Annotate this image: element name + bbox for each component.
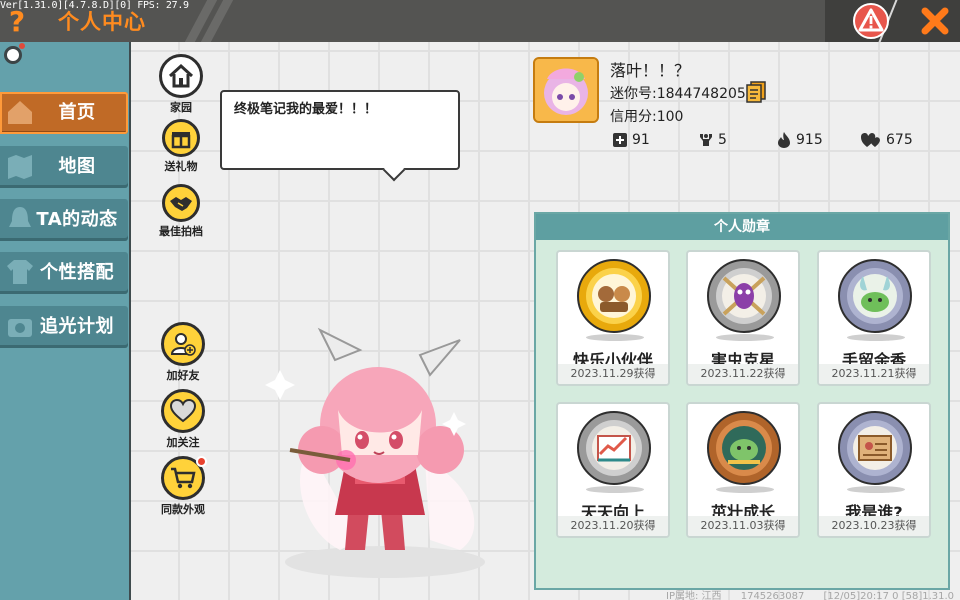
medal-card[interactable]: 天天向上 2023.11.20获得 bbox=[556, 402, 670, 538]
nickname: 落叶！！？ bbox=[610, 61, 691, 80]
stat-value: 5 bbox=[718, 132, 727, 148]
sidebar-item-label: TA的动态 bbox=[36, 209, 118, 230]
hearts-icon bbox=[861, 133, 880, 147]
medals-panel: 个人勋章 快乐小伙伴 2023.11.29获得 害虫克星 2023.11.22获… bbox=[534, 212, 950, 590]
action-circle bbox=[161, 322, 205, 366]
medal-shadow bbox=[847, 334, 905, 341]
follow-button[interactable]: 加关注 bbox=[153, 389, 213, 450]
add-friend-icon bbox=[170, 333, 196, 356]
medal-card[interactable]: 害虫克星 2023.11.22获得 bbox=[686, 250, 800, 386]
sidebar-toggle-dot[interactable] bbox=[4, 43, 25, 64]
stat-item: 675 bbox=[860, 130, 913, 150]
add-friend-button[interactable]: 加好友 bbox=[153, 322, 213, 383]
sidebar-item-label: 个性搭配 bbox=[40, 262, 114, 283]
action-circle bbox=[162, 184, 200, 222]
sidebar-item-outfit[interactable]: 个性搭配 bbox=[0, 252, 128, 294]
plus-square-icon bbox=[613, 133, 627, 147]
home-garden-button[interactable]: 家园 bbox=[151, 54, 211, 115]
medal-date: 2023.10.23获得 bbox=[819, 516, 929, 536]
sidebar-item-feed[interactable]: TA的动态 bbox=[0, 199, 128, 241]
gift-icon bbox=[171, 132, 191, 149]
sidebar-item-label: 地图 bbox=[58, 156, 96, 177]
medal-shadow bbox=[716, 486, 774, 493]
same-outfit-button[interactable]: 同款外观 bbox=[153, 456, 213, 517]
medal-shadow bbox=[586, 486, 644, 493]
flame-icon bbox=[778, 132, 790, 148]
top-bar: ? Ver[1.31.0][4.7.8.D][0] FPS: 27.9 个人中心 bbox=[0, 0, 960, 43]
stat-item: 915 bbox=[776, 130, 823, 150]
sidebar-item-light-plan[interactable]: 追光计划 bbox=[0, 306, 128, 348]
medal-card[interactable]: 快乐小伙伴 2023.11.29获得 bbox=[556, 250, 670, 386]
page-title: 个人中心 bbox=[58, 10, 146, 34]
stat-value: 91 bbox=[632, 132, 650, 148]
thriving-growth-medal-icon bbox=[707, 411, 781, 485]
medal-date: 2023.11.03获得 bbox=[688, 516, 798, 536]
heart-icon bbox=[170, 399, 196, 423]
send-gift-button[interactable]: 送礼物 bbox=[151, 119, 211, 174]
stat-value: 915 bbox=[796, 132, 823, 148]
stat-value: 675 bbox=[886, 132, 913, 148]
mini-id: 迷你号:1844748205 bbox=[610, 86, 746, 102]
pest-buster-medal-icon bbox=[707, 259, 781, 333]
medal-date: 2023.11.29获得 bbox=[558, 364, 668, 384]
medal-card[interactable]: 茁壮成长 2023.11.03获得 bbox=[686, 402, 800, 538]
ip-location: IP属地: 江西 bbox=[666, 591, 722, 600]
who-am-i-medal-icon bbox=[838, 411, 912, 485]
copy-id-button[interactable] bbox=[746, 81, 766, 103]
medal-date: 2023.11.20获得 bbox=[558, 516, 668, 536]
action-label: 最佳拍档 bbox=[159, 225, 203, 238]
day-by-day-medal-icon bbox=[577, 411, 651, 485]
medals-title: 个人勋章 bbox=[536, 214, 948, 240]
happy-buddy-medal-icon bbox=[577, 259, 651, 333]
footer-info: IP属地: 江西 1745263087 [12/05]20:17 0 [58]1… bbox=[666, 587, 960, 600]
sidebar-item-home[interactable]: 首页 bbox=[0, 92, 128, 134]
close-x-icon bbox=[921, 7, 949, 35]
medal-shadow bbox=[586, 334, 644, 341]
character-avatar-model bbox=[265, 327, 485, 578]
signature-bubble: 终极笔记我的最爱！！！ bbox=[220, 90, 460, 170]
copy-icon bbox=[746, 81, 766, 103]
medal-date: 2023.11.22获得 bbox=[688, 364, 798, 384]
medal-date: 2023.11.21获得 bbox=[819, 364, 929, 384]
build-info: [12/05]20:17 0 [58]1.31.0 bbox=[823, 591, 955, 600]
sidebar-item-label: 首页 bbox=[58, 102, 96, 123]
medal-shadow bbox=[716, 334, 774, 341]
action-circle bbox=[161, 389, 205, 433]
cart-icon bbox=[171, 467, 196, 489]
action-label: 送礼物 bbox=[164, 160, 198, 173]
sidebar-item-label: 追光计划 bbox=[40, 316, 114, 337]
best-partner-button[interactable]: 最佳拍档 bbox=[151, 184, 211, 239]
credit-score: 信用分:100 bbox=[610, 109, 684, 125]
lingering-fragrance-medal-icon bbox=[838, 259, 912, 333]
action-label: 同款外观 bbox=[161, 503, 205, 516]
medal-card[interactable]: 手留余香 2023.11.21获得 bbox=[817, 250, 931, 386]
action-label: 家园 bbox=[170, 101, 192, 114]
handshake-icon bbox=[170, 197, 192, 211]
sidebar-item-map[interactable]: 地图 bbox=[0, 146, 128, 188]
trophy-person-icon bbox=[700, 134, 712, 146]
action-label: 加好友 bbox=[166, 369, 200, 382]
action-label: 加关注 bbox=[166, 436, 200, 449]
signature-text: 终极笔记我的最爱！！！ bbox=[234, 102, 378, 117]
profile-avatar[interactable] bbox=[533, 57, 599, 123]
report-button[interactable] bbox=[852, 2, 890, 40]
medal-shadow bbox=[847, 486, 905, 493]
close-button[interactable] bbox=[918, 4, 952, 38]
avatar-portrait-icon bbox=[535, 59, 597, 121]
house-icon bbox=[168, 63, 194, 88]
medal-card[interactable]: 我是谁? 2023.10.23获得 bbox=[817, 402, 931, 538]
action-circle bbox=[162, 119, 200, 157]
uid-text: 1745263087 bbox=[740, 591, 805, 600]
stat-item: 5 bbox=[698, 130, 727, 150]
notification-badge bbox=[196, 456, 207, 467]
action-circle bbox=[159, 54, 203, 98]
personal-center-screen: ? Ver[1.31.0][4.7.8.D][0] FPS: 27.9 个人中心… bbox=[0, 0, 960, 600]
warning-icon bbox=[853, 3, 889, 39]
stat-item: 91 bbox=[612, 130, 650, 150]
